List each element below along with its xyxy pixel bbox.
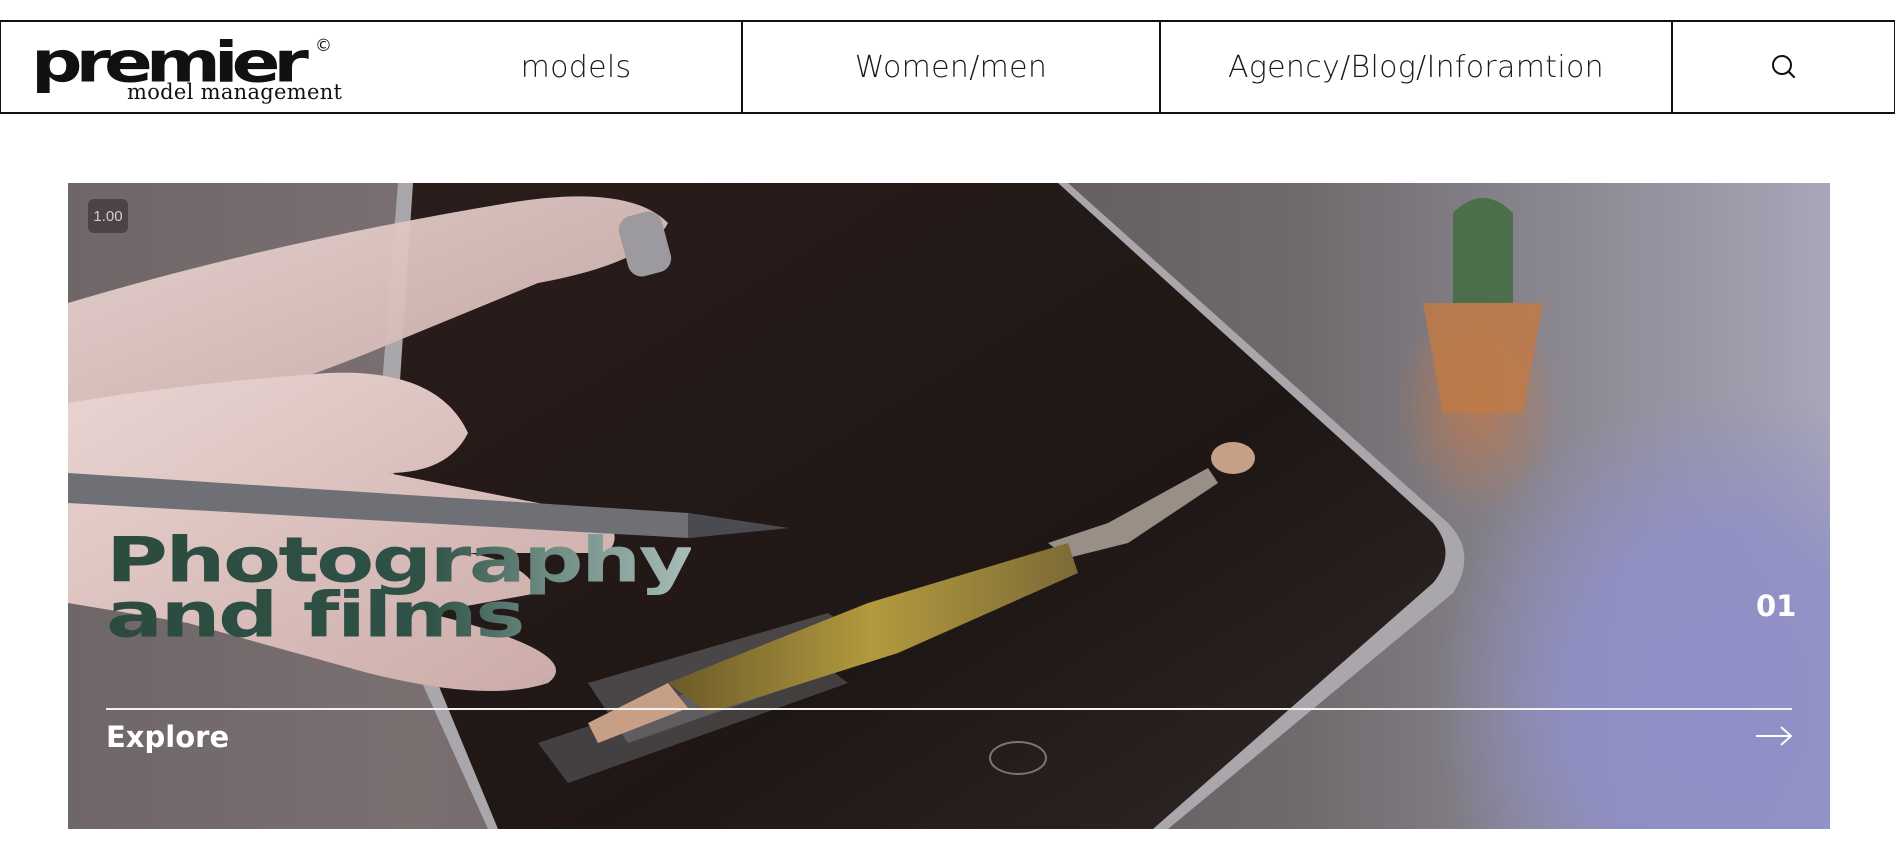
slide-number: 01 xyxy=(1756,589,1797,623)
explore-link[interactable]: Explore xyxy=(106,720,229,754)
nav-item-agency-blog-information[interactable]: Agency/Blog/Inforamtion xyxy=(1159,22,1671,112)
hero-divider xyxy=(106,708,1792,710)
arrow-right-icon[interactable] xyxy=(1754,724,1794,748)
brand-logo[interactable]: premier model management © xyxy=(1,22,411,112)
search-button[interactable] xyxy=(1671,22,1894,112)
playback-speed-badge[interactable]: 1.00 xyxy=(88,199,128,233)
nav-item-models[interactable]: models xyxy=(411,22,741,112)
top-navigation: premier model management © models Women/… xyxy=(0,20,1895,114)
copyright-mark: © xyxy=(315,36,332,56)
nav-item-women-men[interactable]: Women/men xyxy=(741,22,1159,112)
hero-title: Photography and films xyxy=(106,533,691,643)
hero-background-image xyxy=(68,183,1543,829)
hero-banner: 1.00 Photography and films 01 Explore xyxy=(68,183,1830,829)
search-icon xyxy=(1771,55,1795,79)
logo-subtitle: model management xyxy=(127,80,343,104)
hero-title-line-2: and films xyxy=(106,578,523,652)
